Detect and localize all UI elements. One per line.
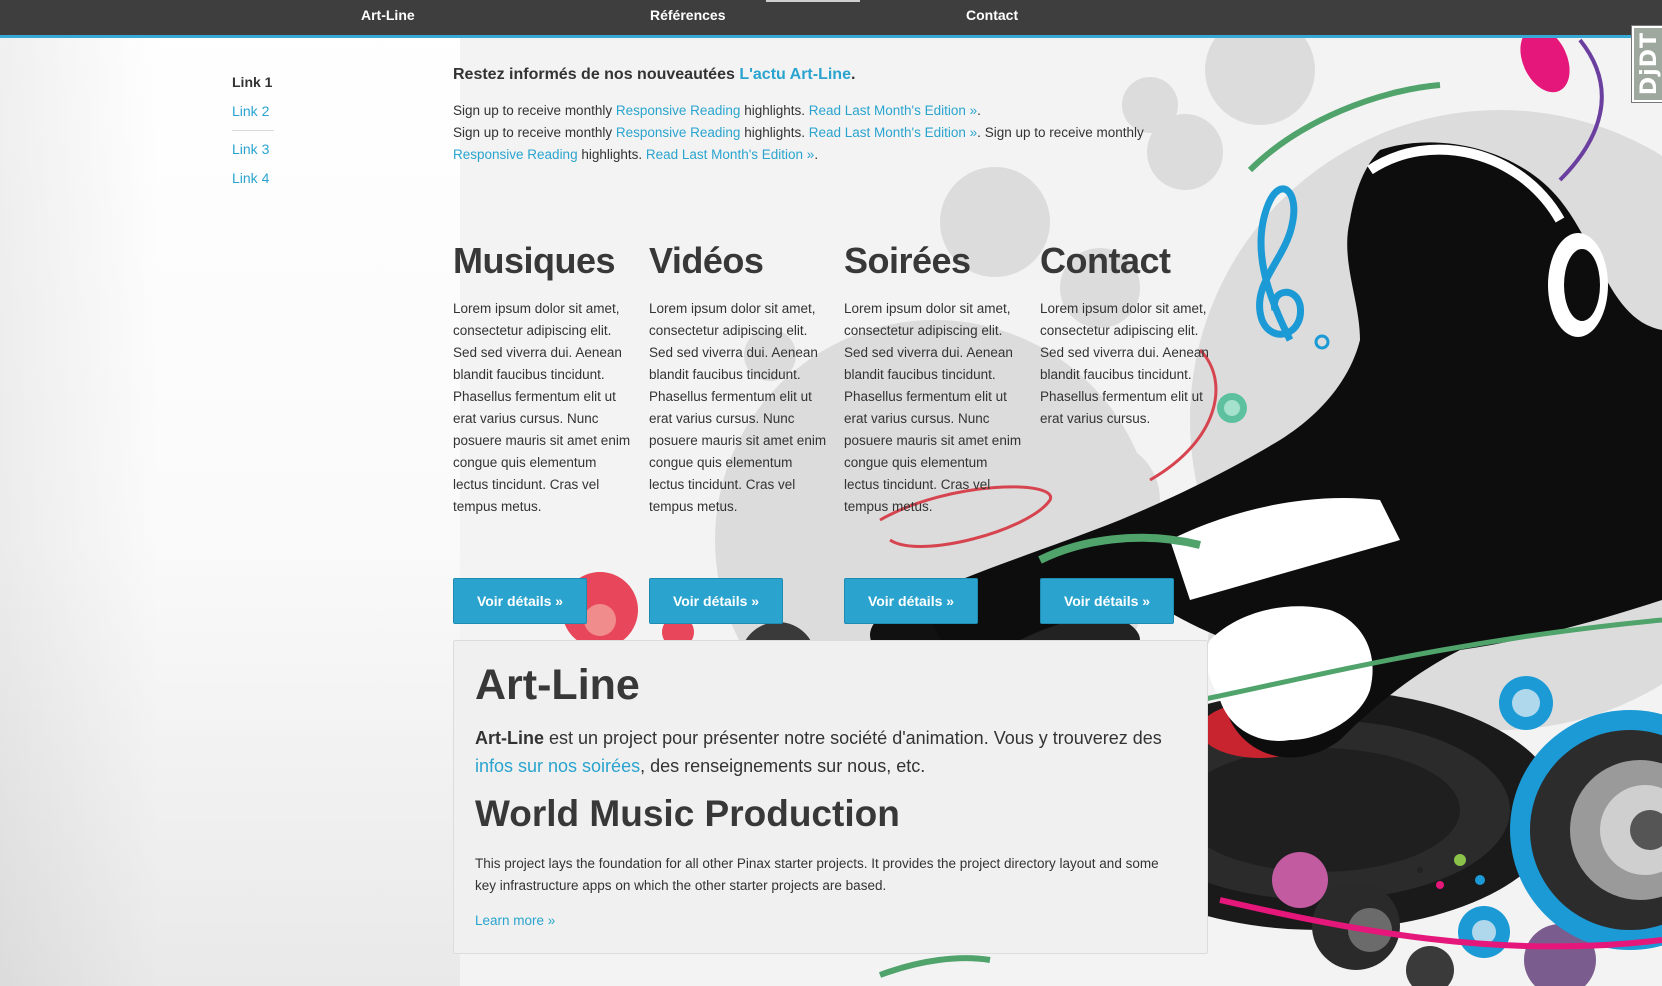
highlights-text: highlights.	[577, 147, 646, 162]
hero-lead-end: , des renseignements sur nous, etc.	[640, 756, 926, 776]
nav-active-indicator	[766, 0, 860, 2]
responsive-reading-link[interactable]: Responsive Reading	[616, 103, 741, 118]
period-text: .	[977, 103, 981, 118]
column-title: Contact	[1040, 240, 1171, 281]
sidebar-item-link-3[interactable]: Link 3	[232, 139, 292, 168]
responsive-reading-link[interactable]: Responsive Reading	[616, 125, 741, 140]
responsive-reading-link[interactable]: Responsive Reading	[453, 147, 578, 162]
actu-link[interactable]: L'actu Art-Line	[739, 66, 851, 83]
column-contact: Contact Lorem ipsum dolor sit amet, cons…	[1040, 236, 1218, 430]
period-text: .	[977, 125, 985, 140]
top-navbar: Art-Line Références Contact	[0, 0, 1662, 38]
last-edition-link[interactable]: Read Last Month's Edition »	[646, 147, 814, 162]
hero-unit: Art-Line Art-Line est un project pour pr…	[453, 640, 1208, 954]
hero-lead-text: est un project pour présenter notre soci…	[544, 728, 1162, 748]
soirees-info-link[interactable]: infos sur nos soirées	[475, 756, 640, 776]
hero-lead-brand: Art-Line	[475, 728, 544, 748]
debug-toolbar-label: DjDT	[1636, 32, 1662, 96]
voir-details-musiques-button[interactable]: Voir détails »	[453, 578, 587, 624]
highlights-text: highlights.	[740, 103, 809, 118]
period-text: .	[814, 147, 819, 162]
hero-title: Art-Line	[475, 661, 640, 709]
signup-text: Sign up to receive monthly	[453, 125, 616, 140]
signup-text: Sign up to receive monthly	[453, 103, 616, 118]
column-text: Lorem ipsum dolor sit amet, consectetur …	[844, 301, 1022, 514]
intro-line: Sign up to receive monthly Responsive Re…	[453, 100, 1193, 122]
debug-toolbar-handle[interactable]: DjDT	[1632, 26, 1662, 102]
learn-more-link[interactable]: Learn more »	[475, 913, 555, 928]
column-text: Lorem ipsum dolor sit amet, consectetur …	[1040, 301, 1209, 426]
hero-lead: Art-Line est un project pour présenter n…	[475, 724, 1195, 780]
voir-details-soirees-button[interactable]: Voir détails »	[844, 578, 978, 624]
nav-item-contact[interactable]: Contact	[966, 7, 1018, 23]
intro-title-period: .	[850, 66, 856, 83]
intro-title-text: Restez informés de nos nouveautées	[453, 66, 740, 83]
hero-subtitle: World Music Production	[475, 793, 900, 834]
sidebar-divider	[232, 130, 274, 131]
nav-item-art-line[interactable]: Art-Line	[361, 7, 415, 23]
hero-text: This project lays the foundation for all…	[475, 856, 1159, 893]
voir-details-videos-button[interactable]: Voir détails »	[649, 578, 783, 624]
sidebar-item-link-2[interactable]: Link 2	[232, 101, 292, 130]
intro-line: Sign up to receive monthly Responsive Re…	[453, 122, 1193, 166]
column-title: Vidéos	[649, 240, 764, 281]
sidebar-nav: Link 1 Link 2 Link 3 Link 4	[232, 72, 292, 197]
sidebar-item-link-4[interactable]: Link 4	[232, 168, 292, 197]
column-text: Lorem ipsum dolor sit amet, consectetur …	[453, 301, 631, 514]
nav-item-references[interactable]: Références	[650, 7, 726, 23]
highlights-text: highlights.	[740, 125, 809, 140]
column-musiques: Musiques Lorem ipsum dolor sit amet, con…	[453, 236, 631, 518]
column-videos: Vidéos Lorem ipsum dolor sit amet, conse…	[649, 236, 827, 518]
column-soirees: Soirées Lorem ipsum dolor sit amet, cons…	[844, 236, 1022, 518]
signup-text: Sign up to receive monthly	[984, 125, 1144, 140]
column-title: Soirées	[844, 240, 971, 281]
intro-title: Restez informés de nos nouveautées L'act…	[453, 66, 855, 84]
voir-details-contact-button[interactable]: Voir détails »	[1040, 578, 1174, 624]
last-edition-link[interactable]: Read Last Month's Edition »	[809, 125, 977, 140]
last-edition-link[interactable]: Read Last Month's Edition »	[809, 103, 977, 118]
column-text: Lorem ipsum dolor sit amet, consectetur …	[649, 301, 827, 514]
intro-paragraph: Sign up to receive monthly Responsive Re…	[453, 100, 1193, 166]
column-title: Musiques	[453, 240, 616, 281]
sidebar-item-link-1[interactable]: Link 1	[232, 72, 292, 101]
